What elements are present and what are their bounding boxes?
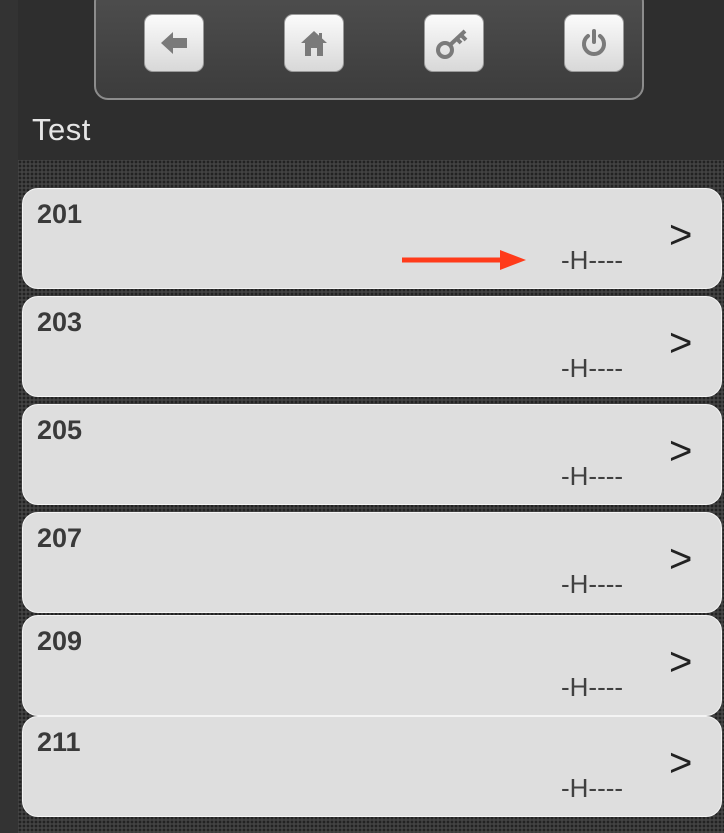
home-icon (301, 31, 327, 56)
list-item[interactable]: 207 -H---- > (22, 512, 722, 613)
power-icon (582, 29, 606, 56)
item-status: -H---- (561, 773, 624, 803)
list-item[interactable]: 211 -H---- > (22, 716, 722, 817)
list-item[interactable]: 203 -H---- > (22, 296, 722, 397)
screen-title: Test (32, 112, 91, 147)
chevron-right-icon: > (669, 321, 693, 365)
header-bar: Test (18, 0, 724, 160)
back-arrow-icon (161, 32, 187, 54)
item-status: -H---- (561, 353, 624, 383)
item-status: -H---- (561, 245, 624, 275)
power-button[interactable] (564, 14, 624, 72)
item-name: 201 (37, 199, 83, 229)
item-status: -H---- (561, 569, 624, 599)
chevron-right-icon: > (669, 741, 693, 785)
chevron-right-icon: > (669, 429, 693, 473)
item-name: 209 (37, 626, 83, 656)
back-button[interactable] (144, 14, 204, 72)
device-screen: Test 201 -H---- > 203 -H---- > 205 -H---… (18, 0, 724, 833)
list-item[interactable]: 205 -H---- > (22, 404, 722, 505)
list-item[interactable]: 209 -H---- > (22, 615, 722, 716)
chevron-right-icon: > (669, 537, 693, 581)
home-button[interactable] (284, 14, 344, 72)
chevron-right-icon: > (669, 640, 693, 684)
list-item[interactable]: 201 -H---- > (22, 188, 722, 289)
item-name: 205 (37, 415, 83, 445)
item-status: -H---- (561, 461, 624, 491)
item-name: 203 (37, 307, 83, 337)
item-name: 207 (37, 523, 83, 553)
key-icon (436, 29, 468, 59)
item-name: 211 (37, 727, 81, 757)
login-button[interactable] (424, 14, 484, 72)
chevron-right-icon: > (669, 213, 693, 257)
toolbar (94, 0, 644, 100)
item-status: -H---- (561, 672, 624, 702)
